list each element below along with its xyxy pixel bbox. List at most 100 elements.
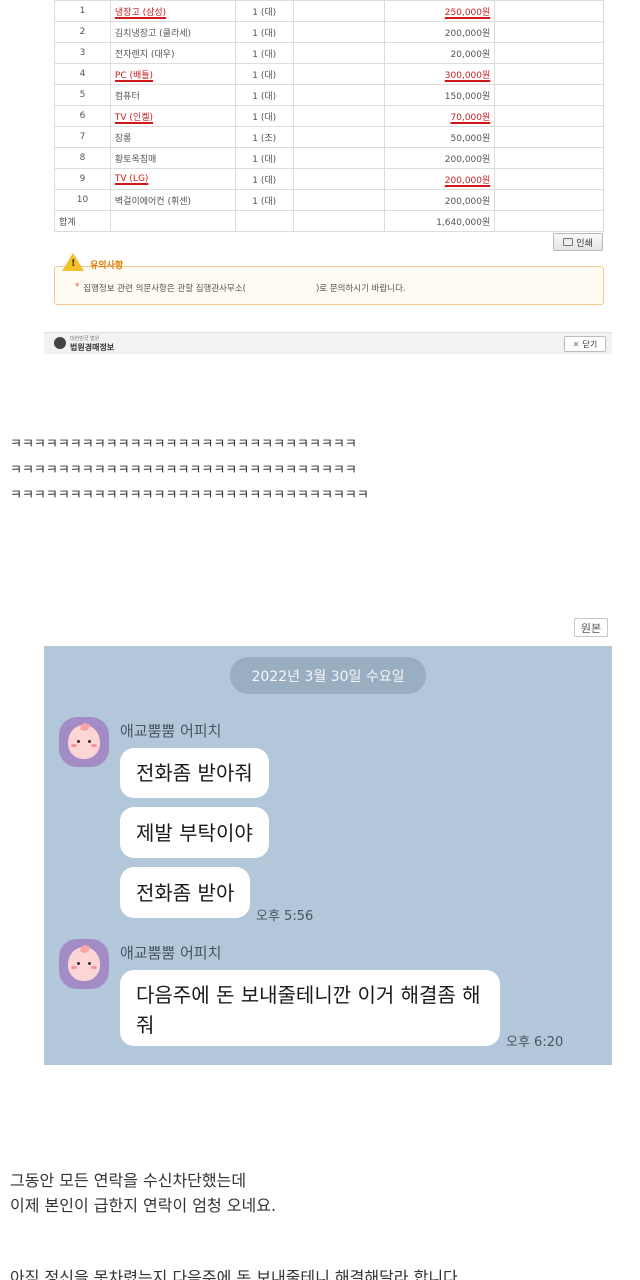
body-text-line: 그동안 모든 연락을 수신차단했는데: [10, 1171, 247, 1190]
row-number: 7: [54, 126, 111, 148]
item-name-text: PC (배틀): [114, 70, 154, 81]
item-quantity: 1 (대): [234, 147, 294, 169]
item-price-text: 70,000원: [450, 112, 491, 123]
item-price: 70,000원: [384, 105, 496, 127]
close-label: 닫기: [582, 339, 598, 349]
item-name: 컴퓨터: [109, 84, 236, 106]
item-name-text: TV (LG): [114, 174, 149, 184]
message-time: 오후 6:20: [506, 1035, 564, 1050]
note-cell: [494, 21, 604, 43]
item-quantity-text: 1 (대): [252, 28, 277, 39]
chat-bubble-line: 다음주에 돈 보내줄테니깐 이거 해결좀 해: [136, 983, 481, 1007]
court-site-name: 법원경매정보: [70, 343, 115, 352]
row-number-text: 5: [79, 90, 86, 100]
item-quantity-text: 1 (대): [252, 7, 277, 18]
bullet-icon: *: [75, 282, 80, 292]
item-name: 냉장고 (삼성): [109, 0, 236, 22]
table-total-row: 합계 1,640,000원: [54, 210, 604, 232]
item-price-text: 200,000원: [444, 196, 491, 207]
notice-text-before: 집행정보 관련 의문사항은 관할 집행관사무소(: [83, 284, 246, 294]
row-number: 2: [54, 21, 111, 43]
item-name-text: 황토옥침매: [114, 154, 157, 165]
row-number-text: 1: [79, 6, 86, 16]
item-name: 장롱: [109, 126, 236, 148]
item-name-text: 전자렌지 (대우): [114, 49, 175, 60]
redacted-office: [246, 282, 316, 294]
item-price: 20,000원: [384, 42, 496, 64]
row-number-text: 8: [79, 153, 86, 163]
laugh-line-2: ㅋㅋㅋㅋㅋㅋㅋㅋㅋㅋㅋㅋㅋㅋㅋㅋㅋㅋㅋㅋㅋㅋㅋㅋㅋㅋㅋㅋㅋ: [10, 463, 357, 478]
item-name: TV (인켈): [109, 105, 236, 127]
item-price: 50,000원: [384, 126, 496, 148]
item-price: 200,000원: [384, 168, 496, 190]
printer-icon: [563, 238, 574, 246]
table-row: 2 김치냉장고 (클라세) 1 (대) 200,000원: [54, 21, 604, 43]
note-cell: [494, 168, 604, 190]
row-number-text: 10: [76, 195, 89, 205]
item-price-text: 250,000원: [444, 7, 491, 18]
blank-cell: [292, 42, 386, 64]
note-cell: [494, 105, 604, 127]
print-button[interactable]: 인쇄: [553, 233, 603, 251]
row-number-text: 4: [79, 69, 86, 79]
item-quantity: 1 (대): [234, 105, 294, 127]
row-number: 5: [54, 84, 111, 106]
original-image-button[interactable]: 원본: [574, 618, 608, 637]
row-number-text: 3: [79, 48, 86, 58]
note-cell: [494, 42, 604, 64]
notice-text-after: )로 문의하시기 바랍니다.: [315, 284, 406, 294]
court-logo-icon: [54, 337, 66, 349]
item-quantity-text: 1 (대): [252, 49, 277, 60]
item-quantity: 1 (대): [234, 168, 294, 190]
item-name-text: TV (인켈): [114, 112, 154, 123]
item-name-text: 컴퓨터: [114, 91, 140, 102]
item-quantity-text: 1 (대): [252, 70, 277, 81]
row-number-text: 7: [79, 132, 86, 142]
note-cell: [494, 210, 604, 232]
message-time: 오후 5:56: [256, 909, 314, 924]
peach-character-icon: [68, 725, 100, 759]
note-cell: [494, 63, 604, 85]
item-price-text: 50,000원: [450, 133, 491, 144]
item-name: PC (배틀): [109, 63, 236, 85]
table-row: 3 전자렌지 (대우) 1 (대) 20,000원: [54, 42, 604, 64]
table-row: 9 TV (LG) 1 (대) 200,000원: [54, 168, 604, 190]
item-quantity: 1 (대): [234, 42, 294, 64]
item-price: 200,000원: [384, 21, 496, 43]
sender-name: 애교뿜뿜 어피치: [120, 944, 222, 962]
item-price: 200,000원: [384, 147, 496, 169]
item-quantity: 1 (대): [234, 84, 294, 106]
total-value: 1,640,000원: [384, 210, 496, 232]
warning-exclamation: !: [71, 258, 76, 269]
item-name-text: 김치냉장고 (클라세): [114, 28, 192, 39]
chat-bubble: 다음주에 돈 보내줄테니깐 이거 해결좀 해 줘: [120, 970, 500, 1046]
avatar: [59, 939, 109, 989]
chat-date: 2022년 3월 30일 수요일: [230, 657, 426, 694]
item-quantity: 1 (대): [234, 21, 294, 43]
item-price: 250,000원: [384, 0, 496, 22]
blank-cell: [292, 21, 386, 43]
table-row: 8 황토옥침매 1 (대) 200,000원: [54, 147, 604, 169]
blank-cell: [292, 168, 386, 190]
table-row: 4 PC (배틀) 1 (대) 300,000원: [54, 63, 604, 85]
blank-cell: [292, 210, 386, 232]
item-price: 300,000원: [384, 63, 496, 85]
chat-bubble: 전화좀 받아줘: [120, 748, 269, 798]
laugh-line-3: ㅋㅋㅋㅋㅋㅋㅋㅋㅋㅋㅋㅋㅋㅋㅋㅋㅋㅋㅋㅋㅋㅋㅋㅋㅋㅋㅋㅋㅋㅋ: [10, 488, 369, 503]
peach-character-icon: [68, 947, 100, 981]
item-name-text: 냉장고 (삼성): [114, 7, 167, 18]
item-quantity-text: 1 (대): [252, 154, 277, 165]
item-quantity: 1 (대): [234, 189, 294, 211]
item-price-text: 200,000원: [444, 175, 491, 186]
auction-items-table: 1 냉장고 (삼성) 1 (대) 250,000원 2 김치냉장고 (클라세) 1 (대) 2…: [54, 0, 604, 232]
notice-box: * 집행정보 관련 의문사항은 관할 집행관사무소( )로 문의하시기 바랍니다…: [54, 266, 604, 305]
item-name: 전자렌지 (대우): [109, 42, 236, 64]
item-price-text: 300,000원: [444, 70, 491, 81]
note-cell: [494, 147, 604, 169]
item-quantity-text: 1 (대): [252, 196, 277, 207]
blank-cell: [292, 189, 386, 211]
item-name-text: 장롱: [114, 133, 132, 144]
close-button[interactable]: ✕ 닫기: [564, 336, 606, 352]
note-cell: [494, 0, 604, 22]
item-quantity: 1 (대): [234, 63, 294, 85]
